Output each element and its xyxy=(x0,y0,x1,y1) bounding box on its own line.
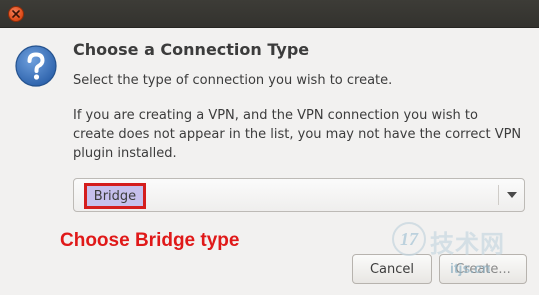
title-bar xyxy=(0,0,539,28)
dropdown-separator xyxy=(498,185,499,205)
instruction-annotation: Choose Bridge type xyxy=(60,230,240,251)
close-icon xyxy=(12,10,20,18)
close-button[interactable] xyxy=(8,6,24,22)
info-line: plugin installed. xyxy=(73,146,177,161)
question-icon xyxy=(15,45,57,87)
vpn-info-text: If you are creating a VPN, and the VPN c… xyxy=(73,106,533,163)
connection-type-dropdown[interactable]: Bridge xyxy=(73,178,525,212)
info-line: create does not appear in the list, you … xyxy=(73,127,522,142)
chevron-down-icon[interactable] xyxy=(507,192,517,198)
dialog-heading: Choose a Connection Type xyxy=(73,40,310,59)
cancel-button[interactable]: Cancel xyxy=(352,254,432,284)
create-button[interactable]: Create... xyxy=(439,254,527,284)
info-line: If you are creating a VPN, and the VPN c… xyxy=(73,108,478,123)
watermark-badge: 17 xyxy=(392,222,426,256)
dialog-subtext: Select the type of connection you wish t… xyxy=(73,73,393,88)
selected-connection-type: Bridge xyxy=(84,183,146,209)
